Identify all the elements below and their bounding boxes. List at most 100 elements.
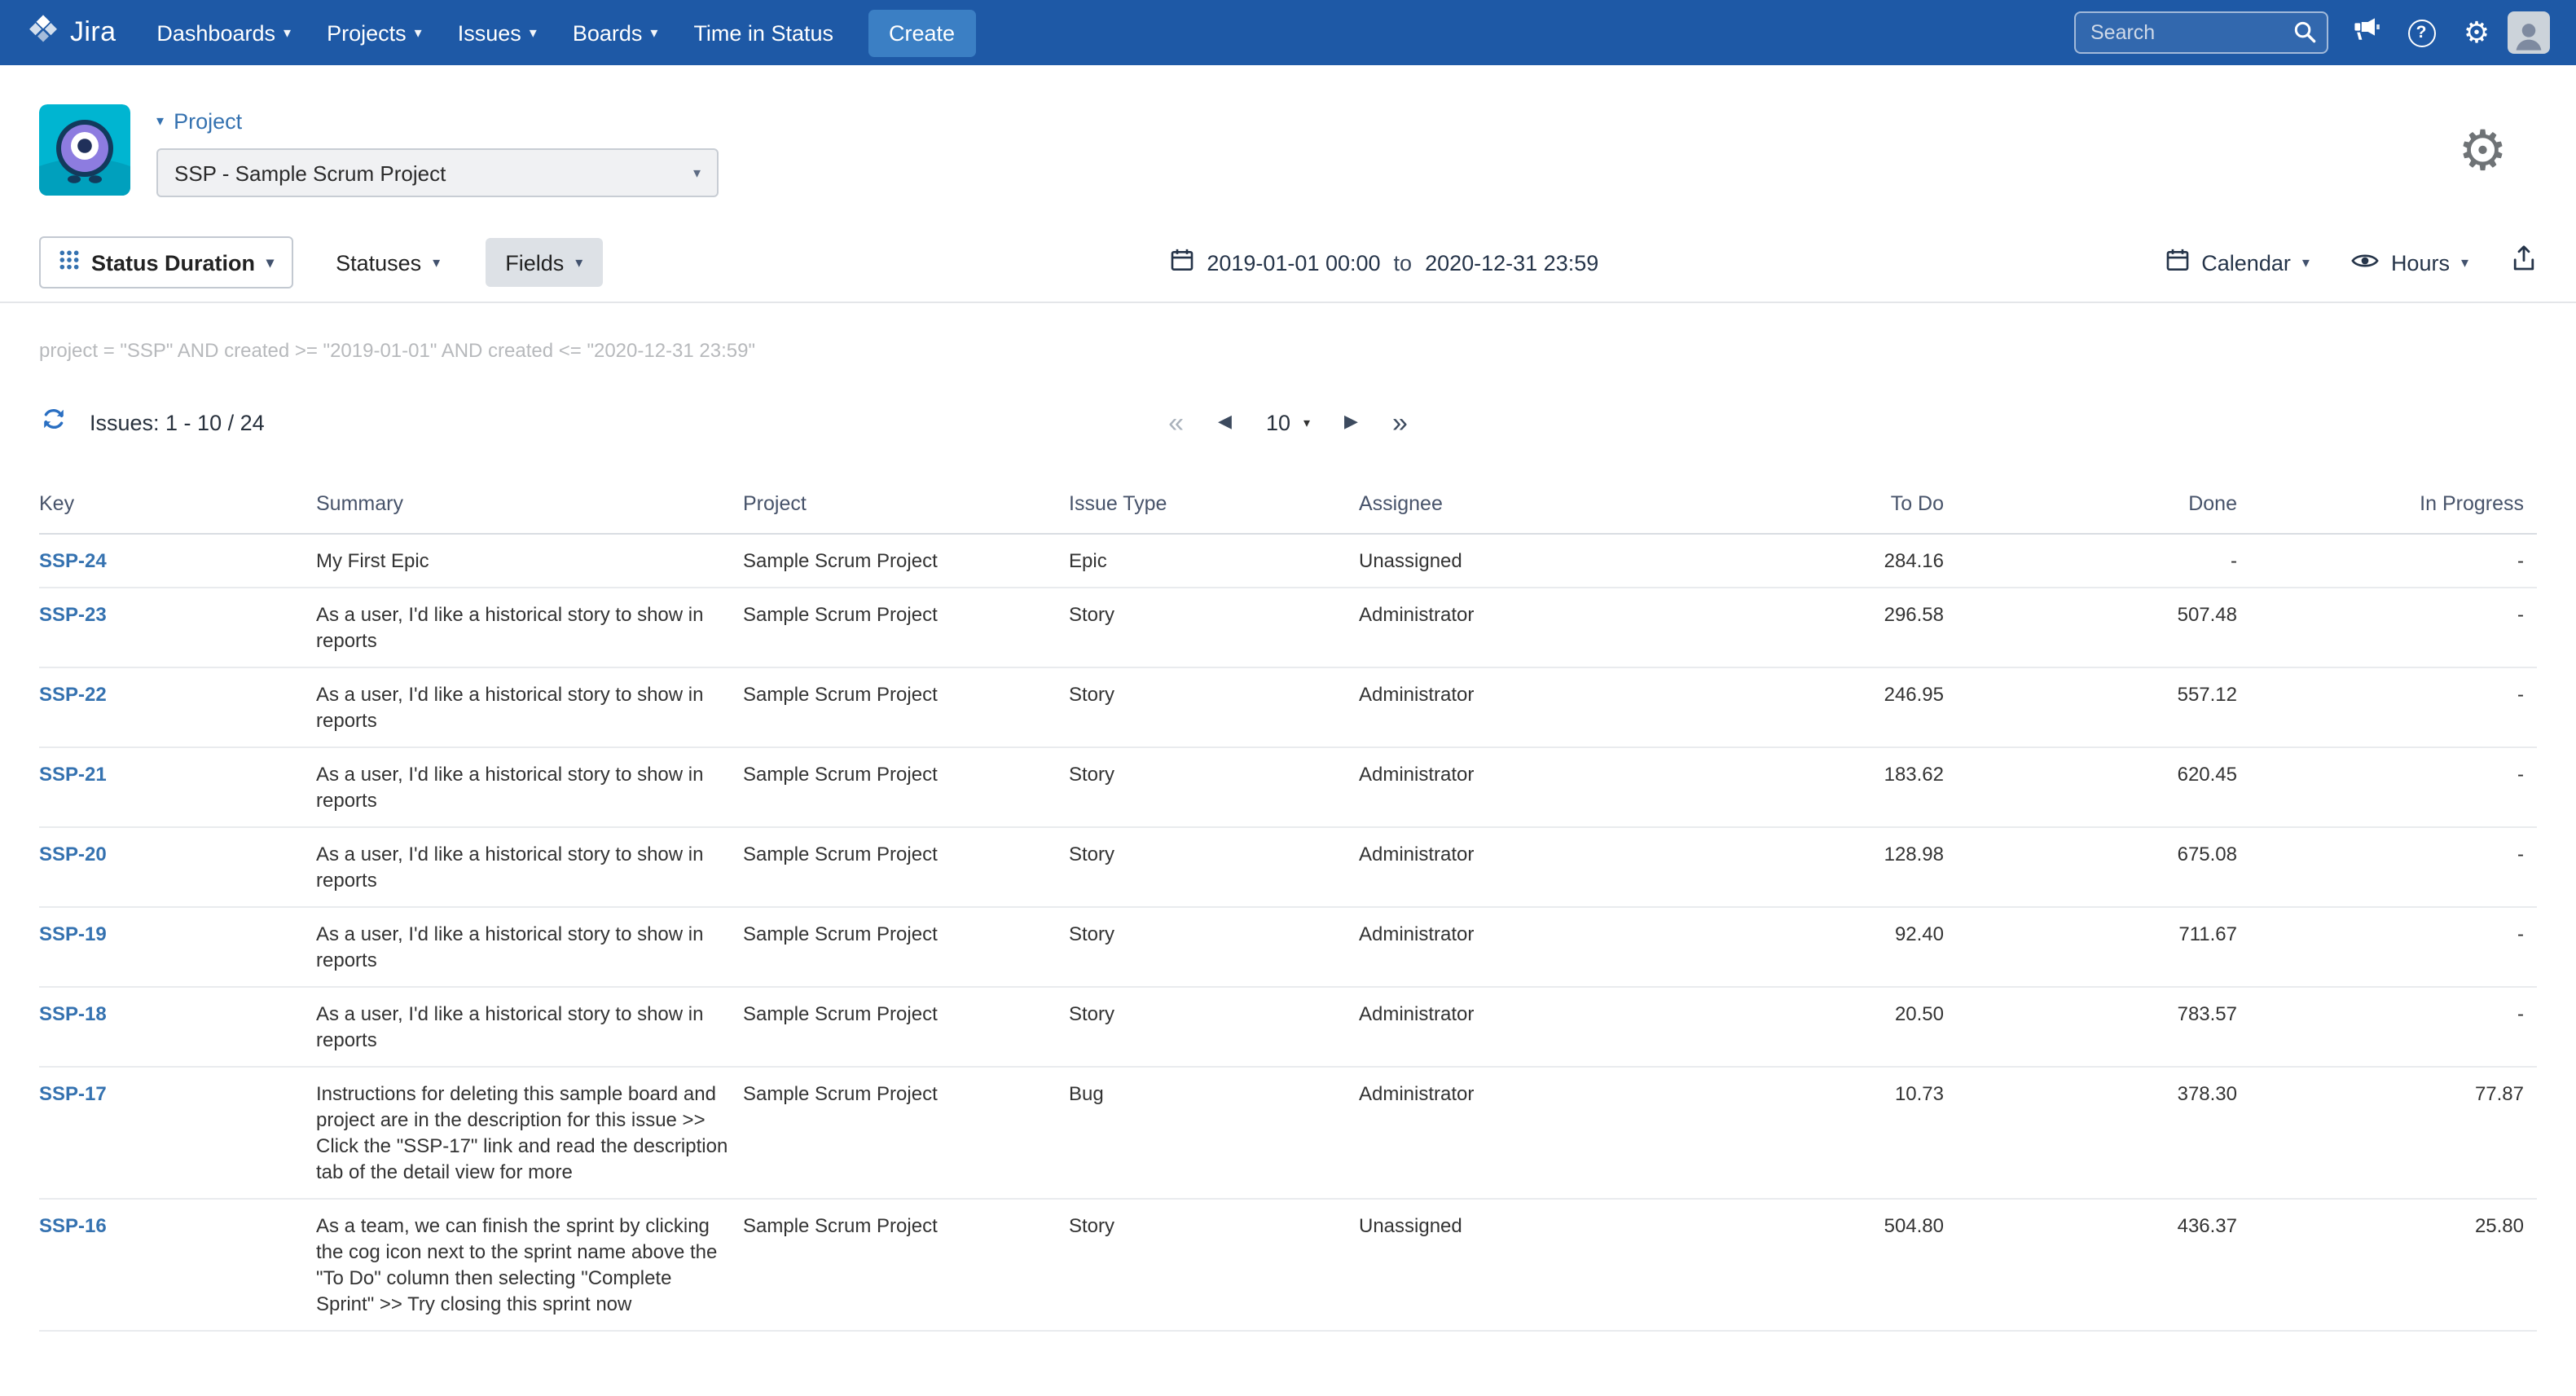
column-header-in-progress[interactable]: In Progress xyxy=(2250,479,2537,534)
eye-icon xyxy=(2352,250,2380,275)
issue-done-duration: 557.12 xyxy=(1957,667,2250,747)
date-separator: to xyxy=(1394,250,1413,275)
issue-key-cell: SSP-23 xyxy=(39,588,316,667)
page-size-value: 10 xyxy=(1266,410,1290,434)
issue-key-link[interactable]: SSP-16 xyxy=(39,1214,107,1237)
issue-type: Story xyxy=(1069,987,1359,1067)
nav-projects[interactable]: Projects ▾ xyxy=(309,0,440,65)
column-header-key[interactable]: Key xyxy=(39,479,316,534)
project-select-value: SSP - Sample Scrum Project xyxy=(174,161,446,185)
announcements-button[interactable] xyxy=(2338,0,2394,65)
issue-key-link[interactable]: SSP-19 xyxy=(39,923,107,945)
help-button[interactable]: ? xyxy=(2394,0,2449,65)
issue-todo-duration: 183.62 xyxy=(1725,747,1957,827)
issue-todo-duration: 92.40 xyxy=(1725,907,1957,987)
chevron-down-icon: ▾ xyxy=(433,254,440,272)
issue-done-duration: - xyxy=(1957,534,2250,588)
issues-table: Key Summary Project Issue Type Assignee … xyxy=(39,479,2537,1332)
calendar-icon xyxy=(1169,248,1193,277)
search-input[interactable] xyxy=(2074,11,2328,54)
first-page-icon[interactable]: « xyxy=(1168,408,1184,436)
issue-key-cell: SSP-24 xyxy=(39,534,316,588)
report-type-button[interactable]: Status Duration ▾ xyxy=(39,236,293,288)
settings-button[interactable]: ⚙ xyxy=(2449,0,2504,65)
issue-done-duration: 711.67 xyxy=(1957,907,2250,987)
issue-key-link[interactable]: SSP-23 xyxy=(39,603,107,626)
issue-key-cell: SSP-22 xyxy=(39,667,316,747)
chevron-down-icon: ▾ xyxy=(156,112,164,130)
issue-type: Story xyxy=(1069,667,1359,747)
table-row: SSP-16 As a team, we can finish the spri… xyxy=(39,1199,2537,1331)
date-range: 2019-01-01 00:00 to 2020-12-31 23:59 xyxy=(1169,248,1598,277)
calendar-dropdown-label: Calendar xyxy=(2201,250,2291,275)
chevron-down-icon: ▾ xyxy=(650,24,657,42)
issue-type: Story xyxy=(1069,588,1359,667)
column-header-todo[interactable]: To Do xyxy=(1725,479,1957,534)
nav-boards[interactable]: Boards ▾ xyxy=(555,0,676,65)
toolbar-right-group: Calendar ▾ Hours ▾ xyxy=(2165,244,2537,280)
issue-key-link[interactable]: SSP-24 xyxy=(39,549,107,572)
issue-assignee: Administrator xyxy=(1359,667,1725,747)
calendar-dropdown[interactable]: Calendar ▾ xyxy=(2165,248,2310,277)
issue-inprogress-duration: - xyxy=(2250,588,2537,667)
issue-assignee: Administrator xyxy=(1359,907,1725,987)
column-header-issue-type[interactable]: Issue Type xyxy=(1069,479,1359,534)
search-icon[interactable] xyxy=(2292,20,2317,52)
pagination: « ◀ 10 ▾ ▶ » xyxy=(1168,408,1408,436)
column-header-summary[interactable]: Summary xyxy=(316,479,743,534)
gear-icon: ⚙ xyxy=(2464,18,2490,47)
issue-key-link[interactable]: SSP-17 xyxy=(39,1082,107,1105)
chevron-down-icon: ▾ xyxy=(693,164,701,182)
export-button[interactable] xyxy=(2511,244,2537,280)
issue-assignee: Administrator xyxy=(1359,987,1725,1067)
issue-done-duration: 783.57 xyxy=(1957,987,2250,1067)
column-header-done[interactable]: Done xyxy=(1957,479,2250,534)
user-avatar[interactable] xyxy=(2508,11,2550,54)
issue-inprogress-duration: 77.87 xyxy=(2250,1067,2537,1199)
issue-key-link[interactable]: SSP-21 xyxy=(39,763,107,786)
page-size-select[interactable]: 10 ▾ xyxy=(1266,410,1310,434)
hours-dropdown[interactable]: Hours ▾ xyxy=(2352,250,2468,275)
results-bar: Issues: 1 - 10 / 24 « ◀ 10 ▾ ▶ » xyxy=(39,401,2537,443)
project-avatar xyxy=(39,104,130,196)
previous-page-icon[interactable]: ◀ xyxy=(1218,413,1232,431)
issue-inprogress-duration: - xyxy=(2250,987,2537,1067)
create-button[interactable]: Create xyxy=(868,9,976,56)
project-section-toggle[interactable]: ▾ Project xyxy=(156,104,719,134)
issue-assignee: Unassigned xyxy=(1359,534,1725,588)
nav-issues[interactable]: Issues ▾ xyxy=(440,0,555,65)
column-header-assignee[interactable]: Assignee xyxy=(1359,479,1725,534)
issue-assignee: Administrator xyxy=(1359,588,1725,667)
next-page-icon[interactable]: ▶ xyxy=(1344,413,1358,431)
issue-summary: As a user, I'd like a historical story t… xyxy=(316,827,743,907)
table-row: SSP-21 As a user, I'd like a historical … xyxy=(39,747,2537,827)
statuses-dropdown[interactable]: Statuses ▾ xyxy=(316,236,459,288)
issues-table-body: SSP-24 My First Epic Sample Scrum Projec… xyxy=(39,534,2537,1331)
jira-logo[interactable]: Jira xyxy=(26,11,116,54)
issue-todo-duration: 128.98 xyxy=(1725,827,1957,907)
issue-key-link[interactable]: SSP-18 xyxy=(39,1002,107,1025)
nav-dashboards[interactable]: Dashboards ▾ xyxy=(138,0,309,65)
report-type-label: Status Duration xyxy=(91,250,255,275)
jira-logo-icon xyxy=(26,11,60,54)
date-from[interactable]: 2019-01-01 00:00 xyxy=(1207,250,1380,275)
issue-key-link[interactable]: SSP-22 xyxy=(39,683,107,706)
issue-done-duration: 675.08 xyxy=(1957,827,2250,907)
issue-todo-duration: 296.58 xyxy=(1725,588,1957,667)
last-page-icon[interactable]: » xyxy=(1392,408,1408,436)
fields-dropdown[interactable]: Fields ▾ xyxy=(486,238,602,287)
app-window: Jira Dashboards ▾ Projects ▾ Issues ▾ Bo… xyxy=(0,0,2576,1396)
issue-key-cell: SSP-18 xyxy=(39,987,316,1067)
issue-key-cell: SSP-19 xyxy=(39,907,316,987)
date-to[interactable]: 2020-12-31 23:59 xyxy=(1425,250,1598,275)
project-select[interactable]: SSP - Sample Scrum Project ▾ xyxy=(156,148,719,197)
report-toolbar: Status Duration ▾ Statuses ▾ Fields ▾ xyxy=(39,236,2537,288)
issue-key-link[interactable]: SSP-20 xyxy=(39,843,107,865)
nav-time-in-status[interactable]: Time in Status xyxy=(675,0,851,65)
issue-assignee: Administrator xyxy=(1359,827,1725,907)
issue-project: Sample Scrum Project xyxy=(743,747,1069,827)
report-settings-gear[interactable]: ⚙ xyxy=(2458,124,2508,179)
refresh-button[interactable] xyxy=(39,403,68,441)
column-header-project[interactable]: Project xyxy=(743,479,1069,534)
chevron-down-icon: ▾ xyxy=(284,24,291,42)
